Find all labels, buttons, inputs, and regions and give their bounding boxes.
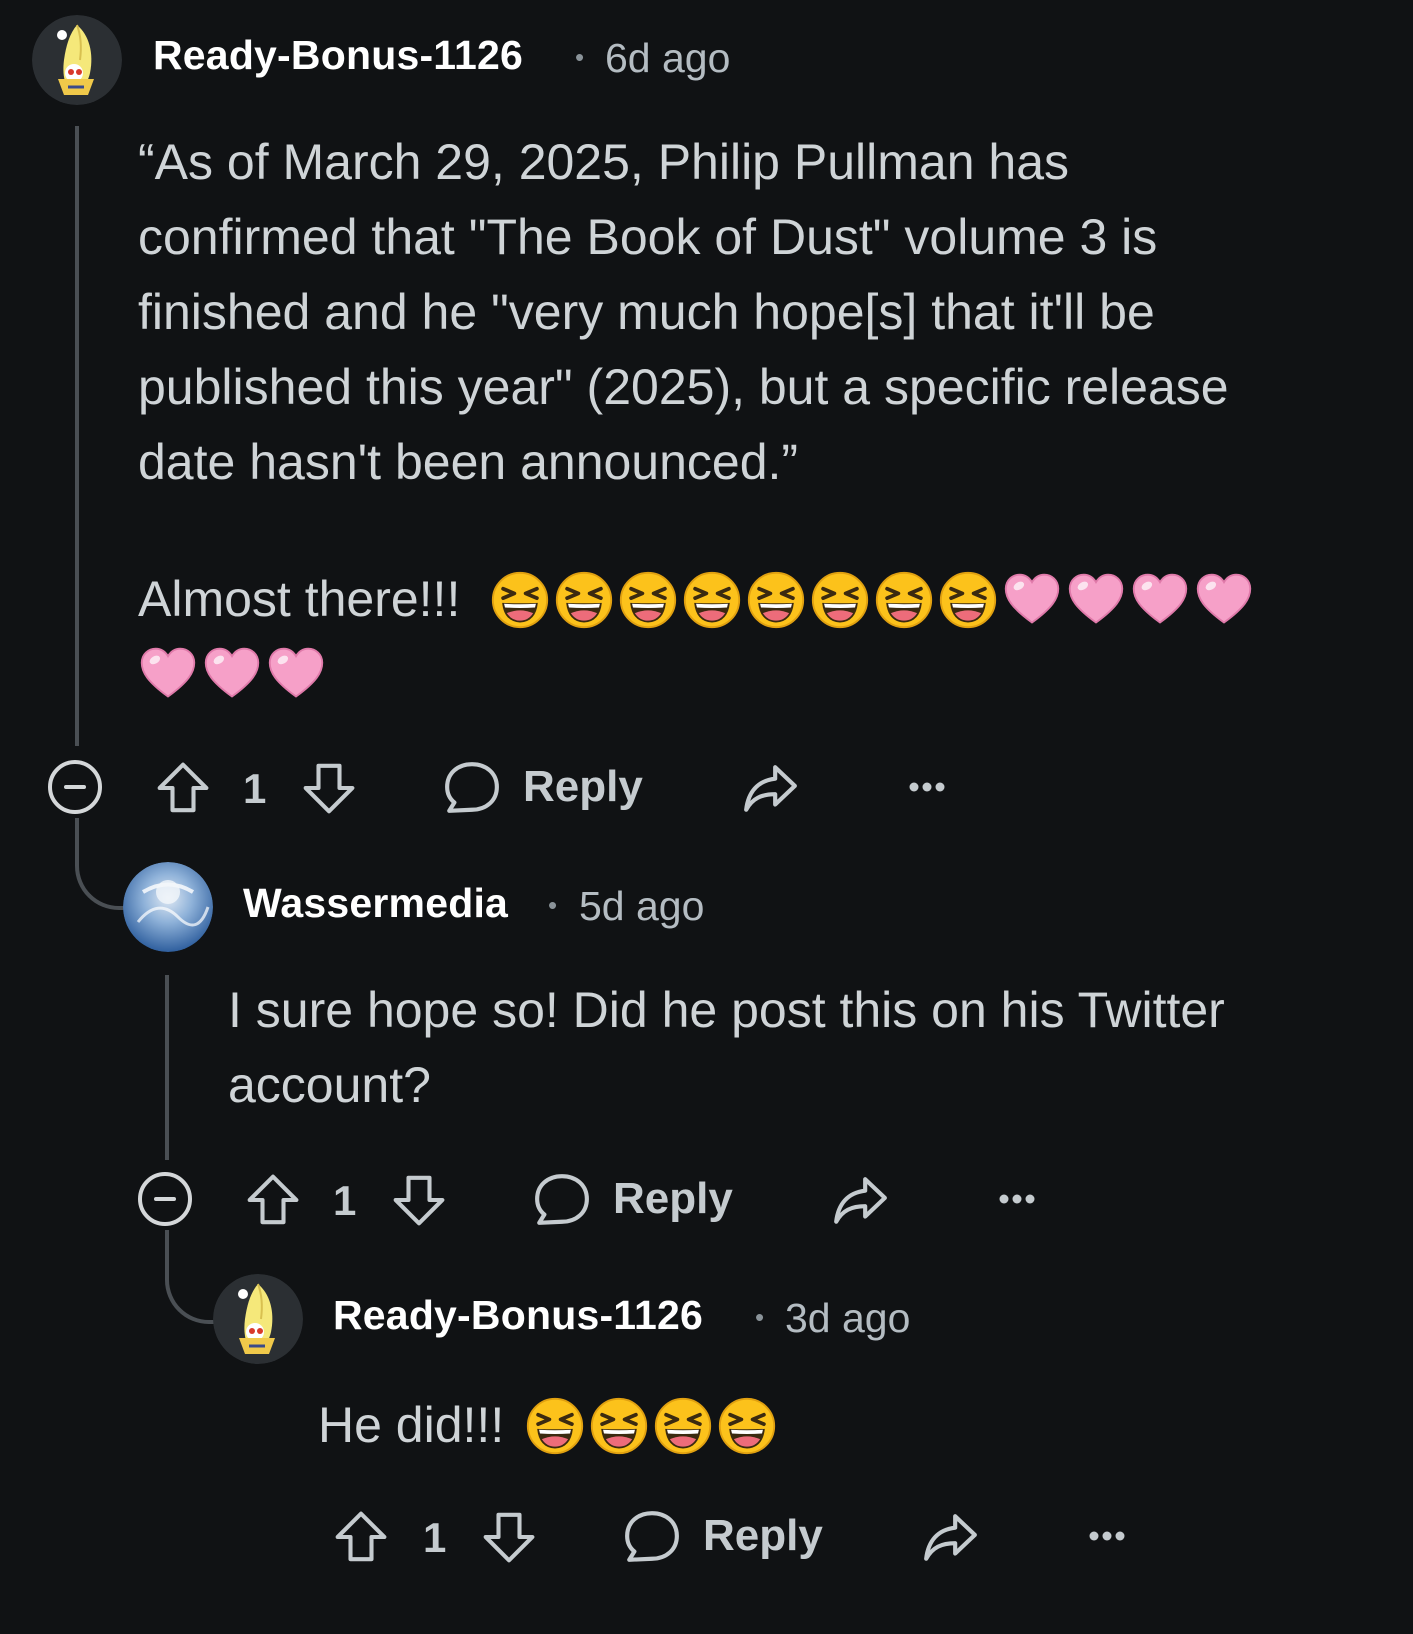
vote-count: 1 xyxy=(333,1177,357,1224)
comment-bubble-icon xyxy=(443,759,501,817)
thread-connector xyxy=(75,818,131,910)
laughing-emoji-icon xyxy=(618,570,678,630)
laughing-emoji-icon xyxy=(682,570,742,630)
laughing-emoji-icon xyxy=(490,570,550,630)
pink-heart-emoji-icon xyxy=(1130,570,1190,630)
laughing-emoji-icon xyxy=(746,570,806,630)
laughing-emoji-icon xyxy=(554,570,614,630)
upvote-icon[interactable] xyxy=(333,1507,389,1567)
collapse-thread-button[interactable] xyxy=(48,760,102,814)
emoji-row xyxy=(490,570,1254,630)
laughing-emoji-icon xyxy=(938,570,998,630)
reply-label: Reply xyxy=(703,1511,823,1560)
more-icon[interactable] xyxy=(905,760,949,800)
pink-heart-emoji-icon xyxy=(266,644,326,704)
comment-body: I sure hope so! Did he post this on his … xyxy=(228,982,1225,1113)
laughing-emoji-icon xyxy=(874,570,934,630)
comment-username[interactable]: Wassermedia xyxy=(243,880,508,927)
pink-heart-emoji-icon xyxy=(1194,570,1254,630)
more-icon[interactable] xyxy=(995,1172,1039,1212)
comment-timestamp: 3d ago xyxy=(785,1295,911,1341)
avatar[interactable] xyxy=(32,15,122,105)
collapse-icon xyxy=(154,1197,176,1201)
comment-timestamp: 6d ago xyxy=(605,35,731,81)
reply-label: Reply xyxy=(613,1174,733,1223)
avatar[interactable] xyxy=(123,862,213,952)
laughing-emoji-icon xyxy=(810,570,870,630)
emoji-row xyxy=(525,1396,777,1456)
downvote-icon[interactable] xyxy=(301,758,357,818)
separator-dot: • xyxy=(755,1302,765,1332)
comment-body: “As of March 29, 2025, Philip Pullman ha… xyxy=(138,134,1229,490)
emoji-row-2 xyxy=(138,644,326,704)
laughing-emoji-icon xyxy=(653,1396,713,1456)
vote-count: 1 xyxy=(423,1514,447,1561)
laughing-emoji-icon xyxy=(717,1396,777,1456)
comment-bubble-icon xyxy=(533,1171,591,1229)
thread-connector xyxy=(165,1230,221,1324)
collapse-icon xyxy=(64,785,86,789)
pink-heart-emoji-icon xyxy=(138,644,198,704)
comment-username[interactable]: Ready-Bonus-1126 xyxy=(153,32,523,79)
downvote-icon[interactable] xyxy=(391,1170,447,1230)
share-icon[interactable] xyxy=(740,760,800,818)
upvote-icon[interactable] xyxy=(155,758,211,818)
laughing-emoji-icon xyxy=(589,1396,649,1456)
share-icon[interactable] xyxy=(830,1172,890,1230)
separator-dot: • xyxy=(548,890,558,920)
separator-dot: • xyxy=(575,42,585,72)
pink-heart-emoji-icon xyxy=(1066,570,1126,630)
share-icon[interactable] xyxy=(920,1509,980,1567)
collapse-thread-button[interactable] xyxy=(138,1172,192,1226)
thread-line[interactable] xyxy=(165,975,169,1160)
reply-label: Reply xyxy=(523,762,643,811)
avatar[interactable] xyxy=(213,1274,303,1364)
comment-timestamp: 5d ago xyxy=(579,883,705,929)
downvote-icon[interactable] xyxy=(481,1507,537,1567)
comment-bubble-icon xyxy=(623,1508,681,1566)
comment-body: He did!!! xyxy=(318,1397,505,1453)
reply-button[interactable]: Reply xyxy=(443,757,643,819)
reply-button[interactable]: Reply xyxy=(533,1169,733,1231)
laughing-emoji-icon xyxy=(525,1396,585,1456)
upvote-icon[interactable] xyxy=(245,1170,301,1230)
comment-body-line2: Almost there!!! xyxy=(138,571,461,627)
thread-line[interactable] xyxy=(75,126,79,746)
vote-count: 1 xyxy=(243,765,267,812)
comment-username[interactable]: Ready-Bonus-1126 xyxy=(333,1292,703,1339)
pink-heart-emoji-icon xyxy=(202,644,262,704)
reply-button[interactable]: Reply xyxy=(623,1506,823,1568)
pink-heart-emoji-icon xyxy=(1002,570,1062,630)
more-icon[interactable] xyxy=(1085,1509,1129,1549)
